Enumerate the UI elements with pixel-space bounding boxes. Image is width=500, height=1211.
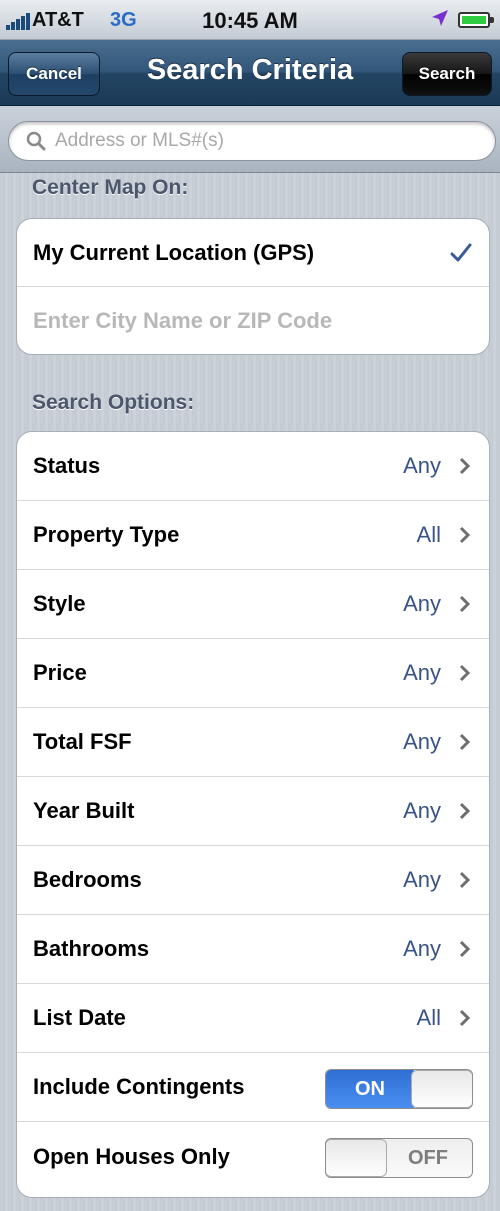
search-bar	[0, 107, 500, 173]
option-value: Any	[403, 867, 441, 892]
chevron-right-icon	[459, 940, 471, 958]
chevron-right-icon	[459, 802, 471, 820]
chevron-right-icon	[459, 664, 471, 682]
option-row-year-built[interactable]: Year Built Any	[17, 777, 489, 846]
search-options-header: Search Options:	[32, 391, 195, 414]
option-value: Any	[403, 729, 441, 754]
search-input[interactable]	[55, 122, 485, 160]
checkmark-icon	[450, 243, 472, 262]
location-arrow-icon	[432, 10, 448, 26]
option-row-property-type[interactable]: Property Type All	[17, 501, 489, 570]
option-row-list-date[interactable]: List Date All	[17, 984, 489, 1053]
option-label: Total FSF	[33, 729, 132, 754]
open-houses-only-toggle[interactable]: OFF	[325, 1138, 473, 1178]
option-label: Bedrooms	[33, 867, 142, 892]
center-map-group: My Current Location (GPS) Enter City Nam…	[16, 218, 490, 355]
option-row-bathrooms[interactable]: Bathrooms Any	[17, 915, 489, 984]
option-row-open-houses-only: Open Houses Only OFF	[17, 1122, 489, 1191]
option-value: All	[416, 1005, 441, 1030]
option-value: Any	[403, 453, 441, 478]
option-label: Style	[33, 591, 86, 616]
center-map-header: Center Map On:	[32, 176, 189, 199]
option-row-total-fsf[interactable]: Total FSF Any	[17, 708, 489, 777]
option-label: Year Built	[33, 798, 135, 823]
current-location-row[interactable]: My Current Location (GPS)	[17, 219, 489, 287]
toggle-state-label: OFF	[408, 1146, 448, 1169]
option-label: Property Type	[33, 522, 180, 547]
toggle-state-label: ON	[326, 1070, 414, 1108]
chevron-right-icon	[459, 595, 471, 613]
option-value: Any	[403, 798, 441, 823]
option-label: List Date	[33, 1005, 126, 1030]
search-button[interactable]: Search	[402, 52, 492, 96]
battery-icon	[458, 12, 494, 28]
status-time: 10:45 AM	[202, 8, 298, 33]
chevron-right-icon	[459, 733, 471, 751]
city-zip-row[interactable]: Enter City Name or ZIP Code	[17, 287, 489, 354]
chevron-right-icon	[459, 871, 471, 889]
option-row-price[interactable]: Price Any	[17, 639, 489, 708]
search-field[interactable]	[8, 121, 496, 161]
search-icon	[26, 131, 46, 151]
toggle-knob[interactable]	[411, 1070, 472, 1108]
chevron-right-icon	[459, 526, 471, 544]
option-value: Any	[403, 936, 441, 961]
navigation-bar: Cancel Search Criteria Search	[0, 40, 500, 106]
option-label: Open Houses Only	[33, 1143, 230, 1169]
option-row-style[interactable]: Style Any	[17, 570, 489, 639]
option-value: Any	[403, 591, 441, 616]
city-zip-input[interactable]: Enter City Name or ZIP Code	[33, 308, 332, 334]
option-label: Price	[33, 660, 87, 685]
toggle-knob[interactable]	[326, 1139, 387, 1177]
option-row-status[interactable]: Status Any	[17, 432, 489, 501]
option-label: Include Contingents	[33, 1074, 245, 1099]
option-row-include-contingents: Include Contingents ON	[17, 1053, 489, 1122]
chevron-right-icon	[459, 1009, 471, 1027]
option-value: All	[416, 522, 441, 547]
status-bar: AT&T 3G 10:45 AM	[0, 0, 500, 40]
include-contingents-toggle[interactable]: ON	[325, 1069, 473, 1109]
option-label: Status	[33, 453, 101, 478]
option-row-bedrooms[interactable]: Bedrooms Any	[17, 846, 489, 915]
search-options-group: Status Any Property Type All Style Any P…	[16, 431, 490, 1198]
chevron-right-icon	[459, 457, 471, 475]
current-location-label: My Current Location (GPS)	[33, 239, 315, 265]
option-value: Any	[403, 660, 441, 685]
option-label: Bathrooms	[33, 936, 150, 961]
